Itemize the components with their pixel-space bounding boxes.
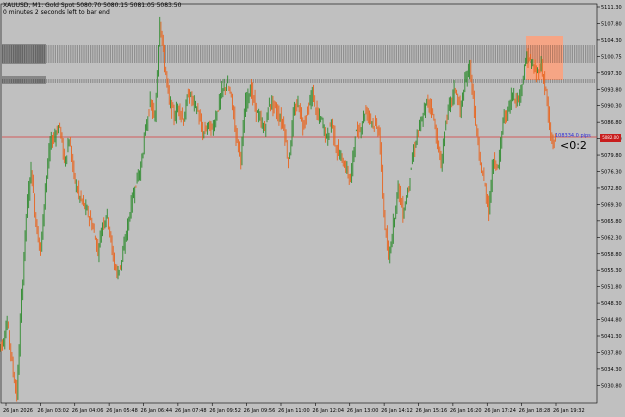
x-tick-label: 26 Jan 12:04: [312, 408, 344, 414]
x-tick-label: 26 Jan 07:48: [175, 408, 207, 414]
price-chart[interactable]: 5111.30 5107.80 5104.30 5100.75 5097.30 5093.…: [0, 0, 625, 417]
current-price-tag: 5082.00: [600, 134, 621, 142]
x-tick-label: 26 Jan 06:44: [141, 408, 173, 414]
chart-window[interactable]: 5111.30 5107.80 5104.30 5100.75 5097.30 5093.…: [0, 0, 625, 417]
x-tick-label: 26 Jan 16:20: [450, 408, 482, 414]
x-tick-label: 26 Jan 17:24: [484, 408, 516, 414]
x-tick-label: 26 Jan 14:12: [381, 408, 413, 414]
bar-timer-text: 0 minutes 2 seconds left to bar end: [3, 9, 110, 16]
y-tick-label: 5055.30: [601, 268, 622, 274]
y-tick-label: 5090.30: [601, 104, 622, 110]
y-tick-label: 5069.30: [601, 202, 622, 208]
y-tick-label: 5058.80: [601, 252, 622, 258]
countdown-label: <0:2: [560, 139, 587, 152]
y-tick-label: 5072.80: [601, 186, 622, 192]
y-tick-label: 5037.80: [601, 350, 622, 356]
plot-frame: [0, 3, 598, 404]
y-tick-label: 5086.80: [601, 120, 622, 126]
y-tick-label: 5048.30: [601, 301, 622, 307]
y-tick-label: 5030.80: [601, 383, 622, 389]
x-tick-label: 26 Jan 13:00: [347, 408, 379, 414]
x-tick-label: 26 Jan 15:16: [416, 408, 448, 414]
chart-symbol-header: XAUUSD, M1: Gold Spot 5080.70 5080.15 50…: [3, 2, 182, 9]
y-tick-label: 5107.80: [601, 21, 622, 27]
x-tick-label: 26 Jan 18:28: [519, 408, 551, 414]
x-tick-label: 26 Jan 09:52: [209, 408, 241, 414]
x-tick-label: 26 Jan 2026: [3, 408, 33, 414]
x-tick-label: 26 Jan 19:32: [553, 408, 585, 414]
y-tick-label: 5051.80: [601, 285, 622, 291]
x-tick-label: 26 Jan 05:48: [106, 408, 138, 414]
y-tick-label: 5093.80: [601, 87, 622, 93]
x-tick-label: 26 Jan 03:02: [37, 408, 69, 414]
y-tick-label: 5034.30: [601, 367, 622, 373]
y-tick-label: 5100.75: [601, 54, 622, 60]
y-tick-label: 5076.30: [601, 170, 622, 176]
y-tick-label: 5041.30: [601, 334, 622, 340]
x-tick-label: 26 Jan 04:06: [72, 408, 104, 414]
y-tick-label: 5065.80: [601, 219, 622, 225]
y-tick-label: 5044.80: [601, 318, 622, 324]
y-tick-label: 5111.30: [601, 5, 622, 11]
y-tick-label: 5062.30: [601, 235, 622, 241]
y-tick-label: 5104.30: [601, 38, 622, 44]
x-tick-label: 26 Jan 09:56: [244, 408, 276, 414]
y-tick-label: 5097.30: [601, 71, 622, 77]
y-tick-label: 5079.80: [601, 153, 622, 159]
x-tick-label: 26 Jan 11:00: [278, 408, 310, 414]
